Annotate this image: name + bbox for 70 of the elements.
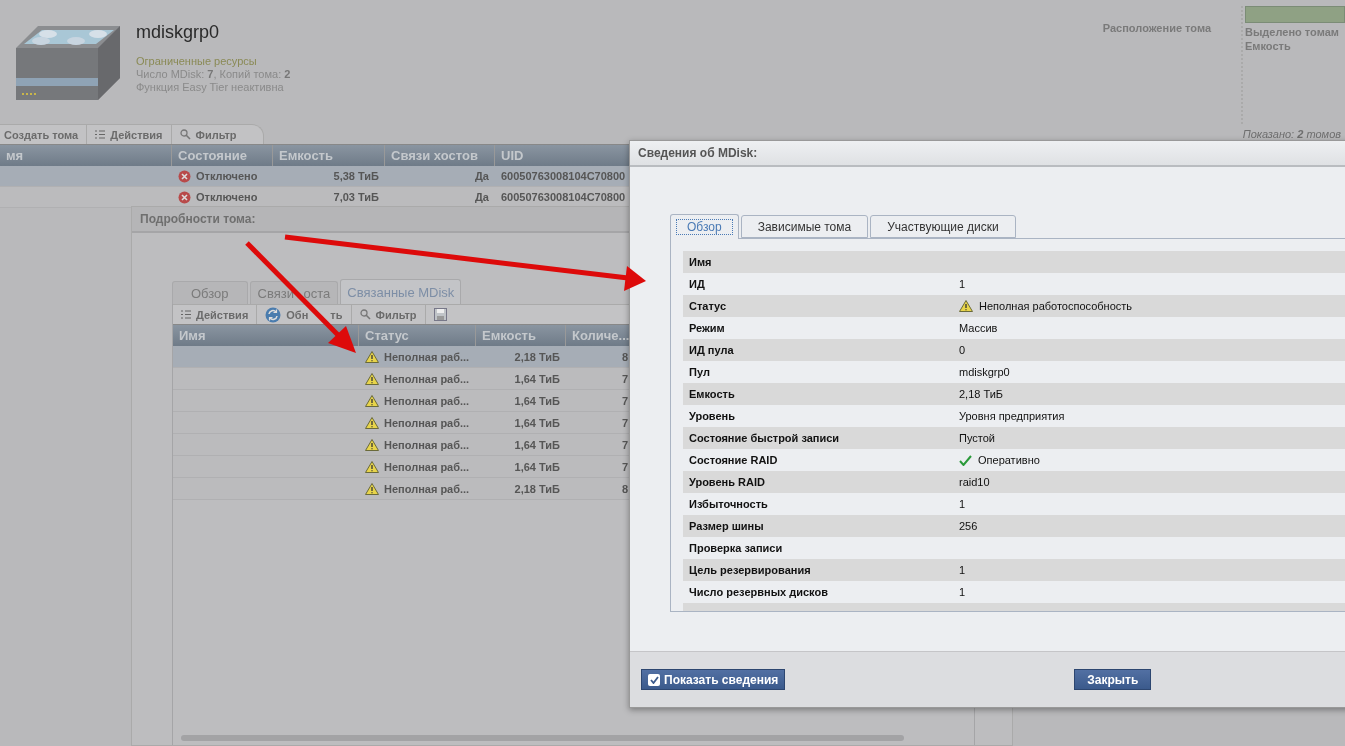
property-label: ИД (688, 278, 706, 290)
property-value: Оперативно (978, 454, 1040, 466)
pool-title: mdiskgrp0 (136, 22, 221, 43)
property-label: Проверка записи (688, 542, 784, 554)
close-button[interactable]: Закрыть (1074, 669, 1152, 690)
property-label: ИД пула (688, 344, 735, 356)
property-label: Избыточность (688, 498, 769, 510)
status-text: Неполная раб... (384, 460, 470, 473)
property-value: 1 (959, 278, 966, 290)
status-text: Отключено (196, 191, 258, 203)
property-label: Статус (688, 300, 728, 312)
table-cell-text: 1,64 ТиБ (513, 415, 561, 431)
property-label: Режим (688, 322, 726, 334)
table-cell-text: 8 (621, 349, 630, 365)
property-label: Число резервных дисков (688, 586, 829, 598)
table-cell-text: 1,64 ТиБ (513, 437, 561, 453)
status-text: Неполная раб... (384, 372, 470, 385)
table-cell-text: 7 (621, 415, 630, 431)
property-label: Состояние быстрой записи (688, 432, 841, 444)
status-text: Неполная раб... (384, 438, 470, 451)
property-label: Уровень RAID (688, 476, 766, 488)
property-value: 1 (959, 498, 966, 510)
property-value: 1 (959, 564, 966, 576)
shown-count: Показано: 2 томов (1242, 128, 1341, 140)
property-value: 0 (959, 344, 966, 356)
table-cell-text: Да (474, 169, 490, 184)
table-cell-text: 5,38 ТиБ (332, 169, 380, 184)
property-label: Уровень (688, 410, 736, 422)
table-cell-text: 1,64 ТиБ (513, 459, 561, 475)
status-text: Неполная раб... (384, 416, 470, 429)
table-cell-text: 7 (621, 393, 630, 409)
table-cell-text: 2,18 ТиБ (513, 481, 561, 497)
table-cell-text: 7,03 ТиБ (332, 190, 380, 205)
property-label: Состояние RAID (688, 454, 779, 466)
property-label: Пул (688, 366, 711, 378)
tab[interactable]: Зависимые тома (740, 215, 869, 238)
property-label: Емкость (688, 388, 736, 400)
table-cell-text: 7 (621, 437, 630, 453)
table-cell-text: 8 (621, 481, 630, 497)
property-value: Неполная работоспособность (979, 300, 1133, 312)
show-details-button[interactable]: Показать сведения (641, 669, 786, 690)
tab[interactable]: Обзор (172, 281, 248, 304)
table-cell-text: 60050763008104C70800 (500, 190, 627, 205)
dialog-title: Сведения об MDisk: (630, 141, 1345, 167)
table-cell-text: 1,64 ТиБ (513, 393, 561, 409)
table-cell-text: Да (474, 190, 490, 205)
status-text: Неполная раб... (384, 394, 470, 407)
table-cell-text: 2,18 ТиБ (513, 349, 561, 365)
tab[interactable]: Связанные MDisk (340, 279, 462, 304)
table-cell-text: 7 (621, 371, 630, 387)
pool-status: Ограниченные ресурсы (136, 55, 258, 68)
status-text: Неполная раб... (384, 350, 470, 363)
table-cell-text: 7 (621, 459, 630, 475)
table-cell-text: 60050763008104C70800 (500, 169, 627, 184)
property-label: Цель резервирования (688, 564, 812, 576)
allocated-label: Выделено томам (1245, 25, 1340, 39)
property-value: 256 (959, 520, 978, 532)
tab[interactable]: Обзор (670, 214, 739, 239)
tab[interactable]: Участвующие диски (870, 215, 1016, 238)
property-value: Массив (959, 322, 998, 334)
tab[interactable]: Связи оста (249, 281, 339, 304)
volume-location-label: Расположение тома (1102, 22, 1211, 36)
capacity-label: Емкость (1245, 39, 1292, 53)
property-label: Имя (688, 256, 713, 268)
table-cell-text: 1,64 ТиБ (513, 371, 561, 387)
property-value: 1 (959, 586, 966, 598)
toolbar-button[interactable]: Фильтр (171, 125, 245, 144)
status-text: Неполная раб... (384, 482, 470, 495)
property-label: Размер шины (688, 520, 765, 532)
status-text: Отключено (196, 170, 258, 182)
